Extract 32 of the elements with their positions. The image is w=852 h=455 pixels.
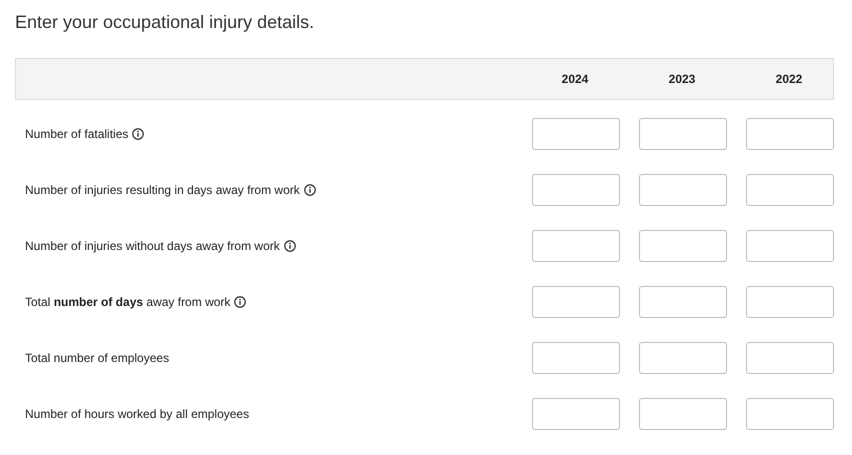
input-field[interactable] [532,118,620,150]
column-header: 2022 [774,72,804,86]
input-field[interactable] [532,398,620,430]
input-field[interactable] [532,342,620,374]
input-field[interactable] [532,230,620,262]
info-icon[interactable] [304,184,316,196]
input-field[interactable] [639,174,727,206]
input-field[interactable] [746,342,834,374]
row-label: Number of injuries without days away from work [25,239,280,253]
input-field[interactable] [639,286,727,318]
row-label: Number of fatalities [25,127,128,141]
row-label: Number of hours worked by all employees [25,407,250,421]
page-title: Enter your occupational injury details. [15,11,316,34]
input-field[interactable] [639,118,727,150]
input-field[interactable] [746,230,834,262]
info-icon[interactable] [132,128,144,140]
input-field[interactable] [639,398,727,430]
input-field[interactable] [746,174,834,206]
row-label: Total number of employees [25,351,170,365]
input-field[interactable] [746,118,834,150]
input-field[interactable] [746,286,834,318]
input-field[interactable] [532,174,620,206]
column-header: 2024 [560,72,590,86]
input-field[interactable] [746,398,834,430]
input-field[interactable] [639,342,727,374]
row-label: Number of injuries resulting in days away from work [25,183,300,197]
input-field[interactable] [639,230,727,262]
info-icon[interactable] [234,296,246,308]
row-label: Total number of days away from work [25,295,230,309]
input-field[interactable] [532,286,620,318]
info-icon[interactable] [284,240,296,252]
column-header: 2023 [668,72,696,86]
